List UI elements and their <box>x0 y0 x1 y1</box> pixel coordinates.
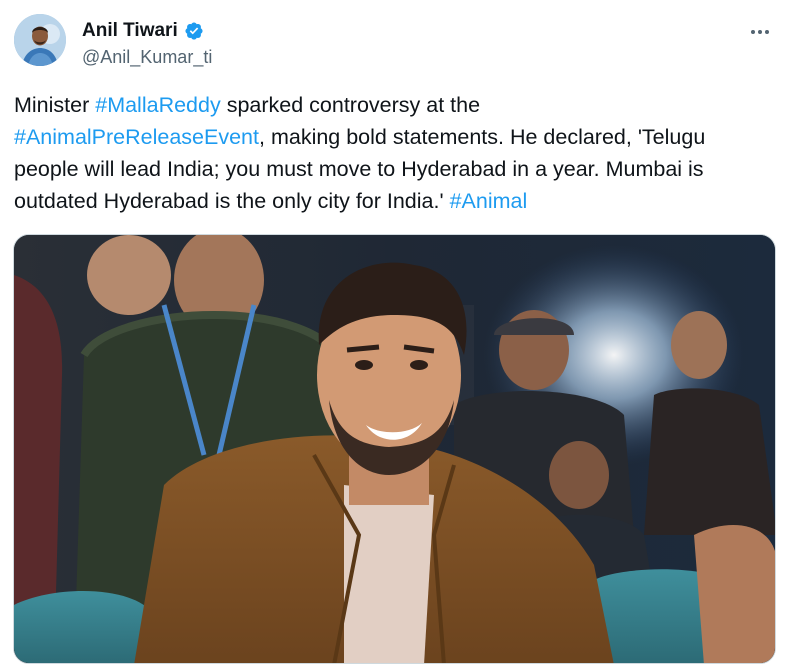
tweet-photo[interactable] <box>13 234 776 664</box>
tweet-text: Minister #MallaReddy sparked controversy… <box>14 89 782 217</box>
event-photo-image <box>14 235 775 663</box>
hashtag-link[interactable]: #AnimalPreReleaseEvent <box>14 125 259 149</box>
author-names: Anil Tiwari @Anil_Kumar_ti <box>82 20 212 68</box>
tweet-card: Anil Tiwari @Anil_Kumar_ti Minister #Mal… <box>0 0 794 667</box>
tweet-header: Anil Tiwari @Anil_Kumar_ti <box>14 14 780 70</box>
tweet-text-segment: sparked controversy at the <box>226 93 481 117</box>
author-handle[interactable]: @Anil_Kumar_ti <box>82 46 212 68</box>
hashtag-link[interactable]: #Animal <box>450 189 528 213</box>
avatar[interactable] <box>14 14 66 66</box>
display-name-row: Anil Tiwari <box>82 20 212 42</box>
hashtag-link[interactable]: #MallaReddy <box>95 93 220 117</box>
more-options-icon[interactable] <box>746 18 774 46</box>
display-name[interactable]: Anil Tiwari <box>82 20 178 42</box>
tweet-text-segment: Minister <box>14 93 96 117</box>
verified-badge-icon <box>184 21 204 41</box>
